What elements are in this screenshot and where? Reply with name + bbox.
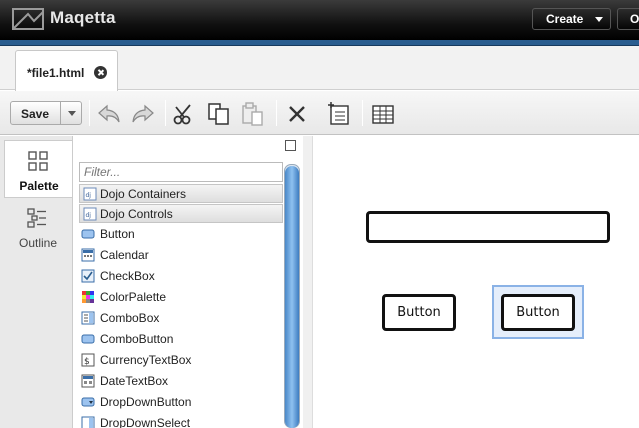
- open-button[interactable]: Open: [617, 8, 639, 30]
- tab-palette-label: Palette: [19, 179, 59, 193]
- colorpalette-widget-icon: [82, 291, 94, 303]
- palette-item-dropdownbutton[interactable]: DropDownButton: [81, 392, 281, 412]
- canvas-button-widget-selected[interactable]: Button: [501, 294, 575, 331]
- toolbar-divider: [89, 100, 90, 126]
- tab-outline-label: Outline: [18, 236, 58, 250]
- dropdownselect-widget-icon: [81, 416, 95, 428]
- palette-group-dojo-controls[interactable]: dj Dojo Controls: [79, 204, 283, 223]
- canvas-gutter: [303, 136, 313, 428]
- palette-icon: [28, 151, 48, 171]
- palette-item-label: DropDownSelect: [100, 416, 191, 428]
- maximize-icon[interactable]: [285, 140, 296, 151]
- toolbar-divider: [165, 100, 166, 126]
- palette-item-currencytextbox[interactable]: $ CurrencyTextBox: [81, 350, 281, 370]
- toolbar-divider: [276, 100, 277, 126]
- toolbar-divider: [362, 100, 363, 126]
- palette-item-label: DropDownButton: [100, 395, 192, 409]
- design-canvas[interactable]: [303, 136, 639, 428]
- combobox-widget-icon: [81, 311, 95, 325]
- tab-label: *file1.html: [27, 66, 85, 80]
- outline-icon: [27, 208, 46, 228]
- palette-item-checkbox[interactable]: CheckBox: [81, 266, 281, 286]
- copy-icon[interactable]: [206, 101, 232, 127]
- undo-icon[interactable]: [96, 101, 122, 127]
- palette-item-dropdownselect[interactable]: DropDownSelect: [81, 413, 281, 428]
- datetextbox-widget-icon: [81, 374, 95, 388]
- tab-outline[interactable]: Outline: [4, 198, 72, 256]
- toolbar: Save: [0, 91, 639, 135]
- button-widget-icon: [81, 229, 95, 239]
- group-label: Dojo Containers: [100, 187, 187, 201]
- save-dropdown-icon[interactable]: [68, 111, 76, 116]
- group-label: Dojo Controls: [100, 207, 173, 221]
- palette-item-label: DateTextBox: [100, 374, 169, 388]
- palette-scrollbar-thumb[interactable]: [285, 166, 299, 428]
- palette-item-button[interactable]: Button: [81, 224, 281, 244]
- palette-item-combobox[interactable]: ComboBox: [81, 308, 281, 328]
- canvas-textbox-widget[interactable]: [366, 211, 610, 243]
- dropdownbutton-widget-icon: [81, 397, 95, 407]
- svg-text:dj: dj: [86, 192, 92, 199]
- app-title: Maqetta: [50, 8, 116, 27]
- save-split-divider: [60, 102, 61, 124]
- left-panel: Palette Outline dj Dojo Containers dj Do…: [0, 136, 302, 428]
- save-button-label: Save: [21, 107, 50, 121]
- palette-item-label: ComboButton: [100, 332, 174, 346]
- tab-palette[interactable]: Palette: [4, 140, 72, 198]
- dijit-icon: dj: [83, 207, 97, 221]
- currencytextbox-widget-icon: $: [81, 353, 95, 367]
- create-button[interactable]: Create: [532, 8, 611, 30]
- palette-item-label: ColorPalette: [100, 290, 167, 304]
- close-icon[interactable]: [94, 66, 107, 79]
- canvas-button-widget[interactable]: Button: [382, 294, 456, 331]
- insert-content-icon[interactable]: [326, 101, 352, 127]
- editor-tab-bar: *file1.html: [0, 46, 639, 91]
- palette-item-label: Calendar: [100, 248, 149, 262]
- top-bar: Maqetta Create Open: [0, 0, 639, 40]
- cut-icon[interactable]: [172, 101, 198, 127]
- table-icon[interactable]: [370, 101, 396, 127]
- maqetta-logo-icon: [12, 8, 44, 30]
- tab-file1[interactable]: *file1.html: [15, 50, 118, 91]
- svg-text:dj: dj: [86, 212, 92, 219]
- calendar-widget-icon: [81, 248, 95, 262]
- redo-icon[interactable]: [130, 101, 156, 127]
- palette-item-datetextbox[interactable]: DateTextBox: [81, 371, 281, 391]
- palette-item-calendar[interactable]: Calendar: [81, 245, 281, 265]
- dijit-icon: dj: [83, 187, 97, 201]
- palette-group-dojo-containers[interactable]: dj Dojo Containers: [79, 184, 283, 203]
- palette-filter-input[interactable]: [79, 162, 283, 182]
- paste-icon[interactable]: [240, 101, 266, 127]
- palette-list: dj Dojo Containers dj Dojo Controls Butt…: [72, 136, 302, 428]
- svg-text:$: $: [84, 357, 90, 367]
- save-button[interactable]: Save: [10, 101, 82, 125]
- chevron-down-icon: [595, 17, 603, 22]
- create-button-label: Create: [546, 12, 584, 26]
- palette-item-label: CurrencyTextBox: [100, 353, 192, 367]
- palette-item-combobutton[interactable]: ComboButton: [81, 329, 281, 349]
- palette-item-label: CheckBox: [100, 269, 155, 283]
- combobutton-widget-icon: [81, 334, 95, 344]
- palette-item-label: Button: [100, 227, 135, 241]
- palette-item-label: ComboBox: [100, 311, 160, 325]
- delete-icon[interactable]: [284, 101, 310, 127]
- palette-item-colorpalette[interactable]: ColorPalette: [81, 287, 281, 307]
- checkbox-widget-icon: [81, 269, 95, 283]
